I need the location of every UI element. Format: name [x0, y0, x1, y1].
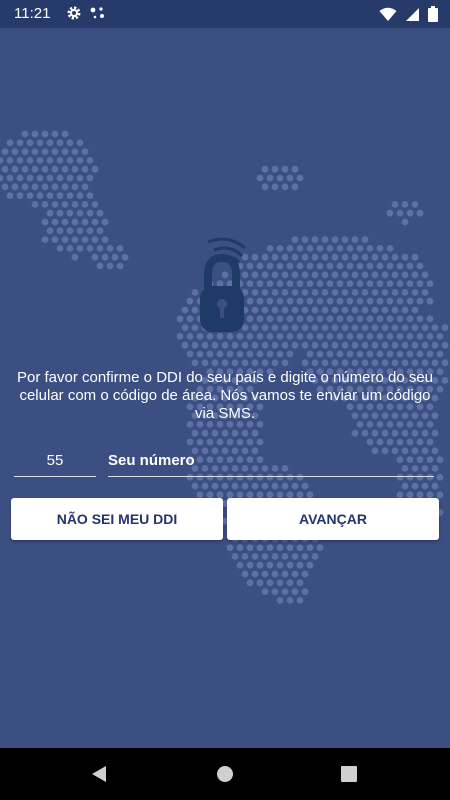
back-icon[interactable]	[90, 765, 108, 783]
country-code-input[interactable]: 55	[14, 450, 96, 477]
status-bar: 11:21	[0, 0, 450, 28]
recents-icon[interactable]	[341, 766, 357, 782]
next-button[interactable]: AVANÇAR	[227, 498, 439, 540]
instruction-text: Por favor confirme o DDI do seu país e d…	[16, 369, 434, 422]
unknown-ddi-button[interactable]: NÃO SEI MEU DDI	[11, 498, 223, 540]
home-icon[interactable]	[216, 765, 234, 783]
status-time: 11:21	[14, 5, 51, 22]
assistant-dots-icon	[90, 7, 104, 19]
wifi-icon	[379, 7, 397, 21]
phone-number-input[interactable]: Seu número	[108, 450, 434, 477]
navigation-bar	[0, 748, 450, 800]
lock-signal-icon	[200, 237, 246, 332]
signal-icon	[406, 7, 419, 21]
gear-icon	[67, 6, 81, 20]
battery-icon	[428, 6, 438, 22]
